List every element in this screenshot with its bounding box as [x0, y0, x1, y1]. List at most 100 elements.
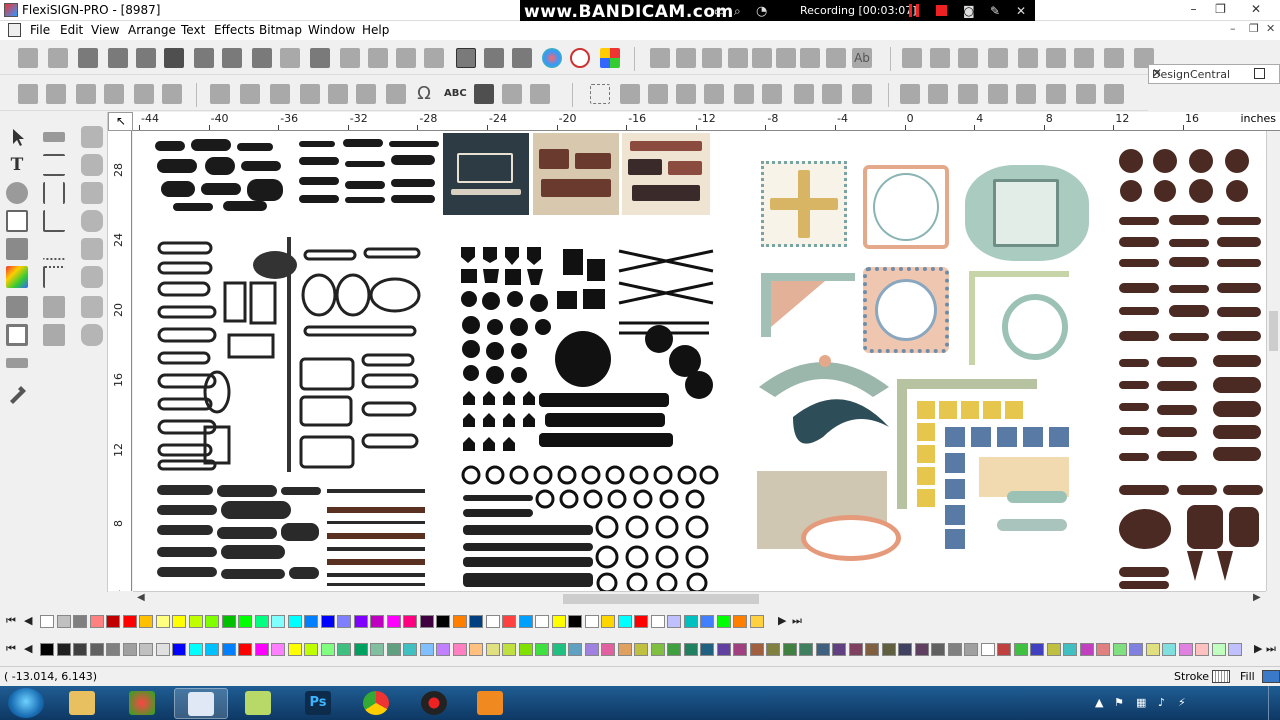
palette-first-icon[interactable]: ⏮ — [6, 614, 16, 628]
color-swatch[interactable] — [931, 643, 945, 656]
vertical-ruler[interactable]: 28 24 20 16 12 8 4 — [108, 131, 132, 591]
vintage-card-dark[interactable] — [443, 133, 529, 215]
palette-prev-icon[interactable]: ◀ — [24, 642, 32, 655]
color-swatch[interactable] — [304, 643, 318, 656]
color-swatch[interactable] — [667, 643, 681, 656]
color-swatch[interactable] — [436, 643, 450, 656]
scale-icon[interactable] — [43, 266, 65, 288]
color-swatch[interactable] — [848, 643, 863, 656]
ruler-origin[interactable]: ↖ — [108, 112, 133, 131]
arc-icon[interactable] — [81, 238, 103, 260]
color-swatch[interactable] — [502, 643, 516, 656]
color-swatch[interactable] — [1162, 643, 1176, 656]
color-swatch[interactable] — [386, 643, 401, 656]
crop-icon[interactable] — [822, 84, 842, 104]
group-icon[interactable] — [902, 48, 922, 68]
palette-next-icon[interactable]: ▶ — [778, 614, 786, 627]
spiral-icon[interactable] — [81, 266, 103, 288]
taskbar-flexisign[interactable] — [174, 688, 228, 719]
font-size-icon[interactable] — [328, 84, 348, 104]
color-swatch[interactable] — [485, 643, 500, 656]
color-swatch[interactable] — [650, 615, 665, 628]
taskbar-media[interactable] — [464, 688, 518, 719]
taskbar-explorer[interactable] — [56, 688, 110, 719]
front-icon[interactable] — [1046, 48, 1066, 68]
wireframe-icon[interactable] — [512, 48, 532, 68]
color-swatch[interactable] — [469, 615, 483, 628]
color-swatch[interactable] — [584, 615, 599, 628]
palette-first-icon[interactable]: ⏮ — [6, 642, 16, 656]
rectangle-icon[interactable] — [6, 210, 28, 232]
color-swatch[interactable] — [1145, 643, 1160, 656]
frame-collection[interactable] — [155, 237, 425, 477]
space-h-icon[interactable] — [958, 84, 978, 104]
font-size-down-icon[interactable] — [356, 84, 376, 104]
cross-tile[interactable] — [761, 161, 847, 247]
color-swatch[interactable] — [1063, 643, 1077, 656]
lasso-icon[interactable] — [620, 84, 640, 104]
cut-plot-icon[interactable] — [194, 48, 214, 68]
color-swatch[interactable] — [320, 643, 335, 656]
ruler-icon[interactable] — [43, 132, 65, 142]
color-swatch[interactable] — [40, 643, 54, 656]
grid-icon[interactable] — [81, 126, 103, 148]
vintage-card-light[interactable] — [622, 133, 710, 215]
match-width-icon[interactable] — [1046, 84, 1066, 104]
menu-view[interactable]: View — [91, 23, 119, 37]
color-swatch[interactable] — [601, 643, 615, 656]
color-swatch[interactable] — [832, 643, 846, 656]
color-swatch[interactable] — [1096, 643, 1110, 656]
print-icon[interactable] — [164, 48, 184, 68]
justify-left-icon[interactable] — [210, 84, 230, 104]
color-swatch[interactable] — [139, 615, 153, 628]
color-swatch[interactable] — [419, 643, 434, 656]
preview-icon[interactable] — [456, 48, 476, 68]
import-icon[interactable] — [136, 48, 156, 68]
pencil-icon[interactable]: ✎ — [990, 4, 1000, 18]
palette-last-icon[interactable]: ⏭ — [792, 614, 802, 628]
shape-tool-icon[interactable] — [6, 182, 28, 204]
back-icon[interactable] — [1074, 48, 1094, 68]
color-swatch[interactable] — [502, 615, 516, 628]
contour-icon[interactable] — [76, 84, 96, 104]
distort-icon[interactable] — [6, 296, 28, 318]
color-swatch[interactable] — [254, 643, 269, 656]
color-swatch[interactable] — [733, 615, 747, 628]
design-canvas[interactable] — [133, 131, 1273, 591]
color-swatch[interactable] — [1228, 643, 1242, 656]
align-top-icon[interactable] — [728, 48, 748, 68]
start-button[interactable] — [8, 688, 44, 718]
color-swatch[interactable] — [221, 643, 236, 656]
text-fit-icon[interactable] — [386, 84, 406, 104]
color-swatch[interactable] — [386, 615, 401, 628]
save-icon[interactable] — [78, 48, 98, 68]
eraser-icon[interactable] — [43, 324, 65, 346]
eyedropper-icon[interactable] — [6, 382, 28, 404]
color-swatch[interactable] — [254, 615, 269, 628]
mdi-restore-button[interactable]: ❐ — [1249, 22, 1259, 35]
angle-icon[interactable] — [43, 210, 65, 232]
color-swatch[interactable] — [56, 615, 71, 628]
color-swatch[interactable] — [205, 615, 219, 628]
color-swatch[interactable] — [667, 615, 681, 628]
border-band-collection[interactable] — [155, 481, 425, 591]
color-swatch[interactable] — [518, 615, 533, 628]
color-swatch[interactable] — [749, 615, 764, 628]
stamp-icon[interactable] — [852, 84, 872, 104]
color-swatch[interactable] — [535, 643, 549, 656]
color-swatch[interactable] — [452, 643, 467, 656]
show-desktop-button[interactable] — [1268, 686, 1280, 720]
emboss-icon[interactable] — [162, 84, 182, 104]
color-swatch[interactable] — [485, 615, 500, 628]
color-swatch[interactable] — [452, 615, 467, 628]
color-swatch[interactable] — [172, 643, 186, 656]
center-page-icon[interactable] — [1016, 84, 1036, 104]
pencil-tool-icon[interactable] — [762, 84, 782, 104]
color-swatch[interactable] — [1030, 643, 1044, 656]
ellipse-icon[interactable] — [81, 182, 103, 204]
mdi-minimize-button[interactable]: – — [1230, 22, 1236, 35]
fill-swatch[interactable] — [1262, 670, 1280, 683]
justify-right-icon[interactable] — [270, 84, 290, 104]
color-swatch[interactable] — [370, 643, 384, 656]
color-swatch[interactable] — [188, 615, 203, 628]
